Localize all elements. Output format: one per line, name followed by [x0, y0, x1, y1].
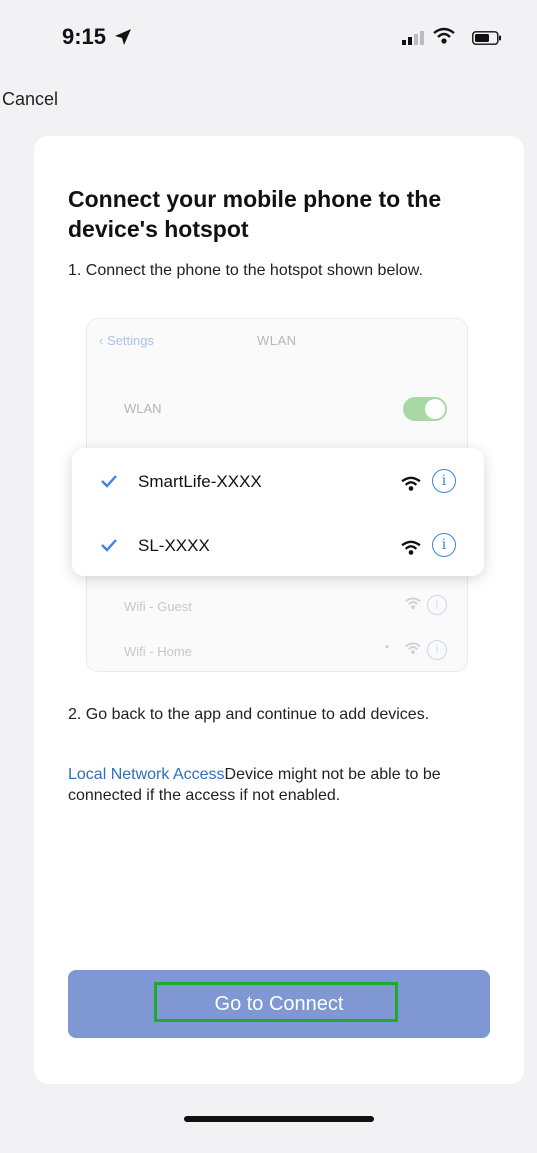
network-wifi-home: Wifi - Home — [124, 644, 192, 659]
cancel-button[interactable]: Cancel — [2, 89, 58, 110]
status-bar: 9:15 — [0, 0, 537, 80]
wifi-icon — [405, 642, 421, 658]
info-icon: i — [427, 640, 447, 660]
local-network-access-link[interactable]: Local Network Access — [68, 766, 225, 783]
network-row-sl: SL-XXXX i — [72, 520, 484, 580]
location-arrow-icon — [115, 29, 131, 45]
wifi-icon — [405, 597, 421, 613]
status-time: 9:15 — [62, 24, 107, 49]
toggle-knob — [425, 399, 445, 419]
wlan-toggle-illustration — [403, 397, 447, 421]
checkmark-icon — [101, 539, 117, 552]
battery-icon — [472, 31, 501, 45]
network-row-smartlife: SmartLife-XXXX i — [72, 456, 484, 516]
illustration-back-label: ‹ Settings — [99, 333, 154, 348]
go-to-connect-button[interactable]: Go to Connect — [68, 970, 490, 1038]
local-network-note: Local Network AccessDevice might not be … — [68, 764, 458, 806]
page-title: Connect your mobile phone to the device'… — [68, 186, 442, 242]
network-name: SmartLife-XXXX — [138, 472, 262, 491]
lock-icon: ▪ — [385, 641, 389, 653]
cellular-signal-icon — [402, 31, 424, 45]
network-wifi-guest: Wifi - Guest — [124, 599, 192, 614]
illustration-nav-title: WLAN — [257, 333, 297, 348]
checkmark-icon — [101, 475, 117, 488]
step-1-text: 1. Connect the phone to the hotspot show… — [68, 262, 423, 279]
wifi-icon — [401, 540, 421, 555]
info-icon: i — [432, 469, 456, 493]
go-to-connect-label: Go to Connect — [214, 993, 344, 1015]
home-indicator — [184, 1116, 374, 1122]
info-icon: i — [432, 533, 456, 557]
info-icon: i — [427, 595, 447, 615]
wifi-icon — [433, 27, 455, 44]
wifi-icon — [401, 476, 421, 491]
step-2-text: 2. Go back to the app and continue to ad… — [68, 706, 430, 723]
selected-networks-popup: SmartLife-XXXX i SL-XXXX i — [72, 448, 484, 576]
hotspot-guide-card: Connect your mobile phone to the device'… — [34, 136, 524, 1084]
network-name: SL-XXXX — [138, 536, 210, 555]
illustration-wlan-label: WLAN — [124, 401, 162, 416]
